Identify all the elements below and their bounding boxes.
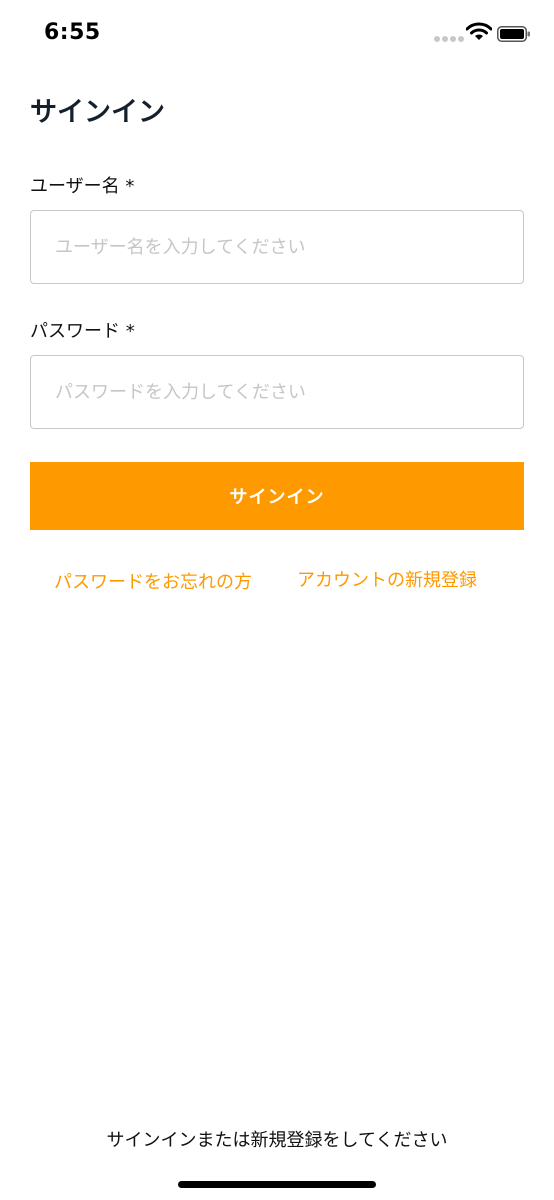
status-bar: 6:55 <box>0 0 554 70</box>
password-input[interactable] <box>30 355 524 429</box>
username-input[interactable] <box>30 210 524 284</box>
signal-dots-icon <box>434 36 464 44</box>
home-indicator[interactable] <box>178 1181 376 1188</box>
battery-icon <box>497 26 530 42</box>
create-account-link[interactable]: アカウントの新規登録 <box>297 566 477 592</box>
status-time: 6:55 <box>44 20 101 45</box>
username-label: ユーザー名 * <box>30 176 135 197</box>
footer-message: サインインまたは新規登録をしてください <box>106 1130 448 1151</box>
wifi-icon <box>466 22 492 40</box>
password-label: パスワード * <box>30 321 135 342</box>
page-title: サインイン <box>30 97 165 128</box>
forgot-password-link[interactable]: パスワードをお忘れの方 <box>54 568 252 594</box>
signin-button[interactable]: サインイン <box>30 462 524 530</box>
